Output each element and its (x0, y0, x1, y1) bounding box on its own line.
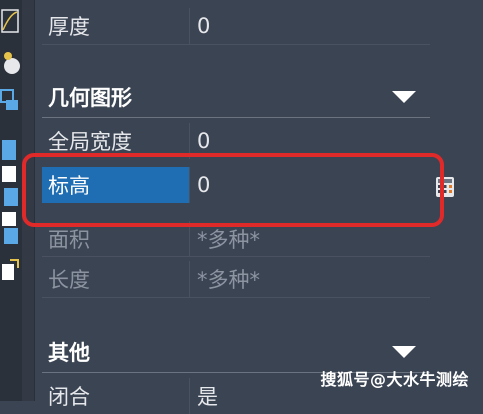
property-label: 厚度 (48, 15, 90, 39)
row-divider (42, 256, 430, 257)
transform-tool-icon[interactable] (0, 86, 20, 118)
section-title: 几何图形 (48, 86, 132, 110)
highlight-box (22, 153, 444, 227)
block-stack-icon[interactable] (0, 136, 20, 246)
section-title: 其他 (48, 341, 90, 365)
triangle-down-icon[interactable] (392, 346, 416, 358)
section-header-geometry[interactable]: 几何图形 (42, 77, 430, 118)
property-value[interactable]: 0 (189, 8, 430, 44)
undo-block-icon[interactable] (0, 256, 20, 286)
triangle-down-icon[interactable] (392, 91, 416, 103)
property-row-thickness[interactable]: 厚度 0 (42, 8, 430, 44)
property-row-length[interactable]: 长度 *多种* (42, 261, 430, 297)
watermark: 搜狐号@大水牛测绘 (320, 370, 469, 389)
curve-tool-icon[interactable] (0, 8, 20, 36)
property-label: 闭合 (48, 385, 90, 409)
row-divider (42, 297, 430, 298)
property-label: 长度 (48, 268, 90, 292)
lightbulb-icon[interactable] (0, 48, 20, 78)
left-tool-strip (0, 0, 23, 401)
row-divider (42, 44, 430, 45)
property-value: *多种* (189, 261, 430, 297)
